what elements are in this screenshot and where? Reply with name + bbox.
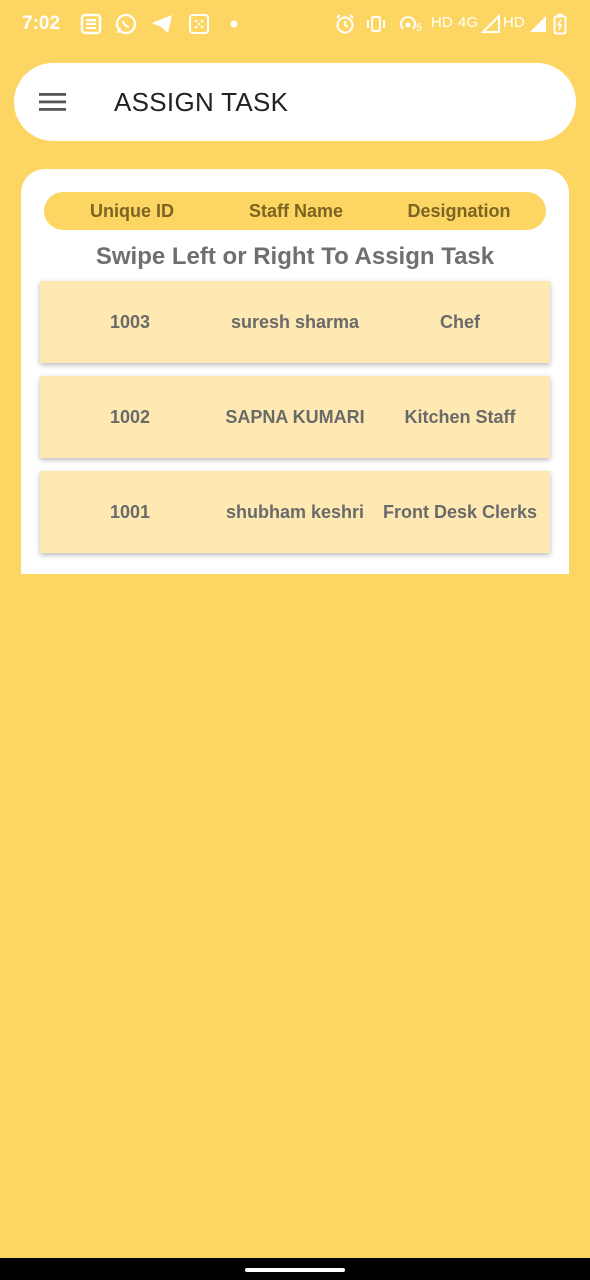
dot-icon xyxy=(229,12,239,36)
home-gesture-handle[interactable] xyxy=(245,1268,345,1272)
vibrate-icon xyxy=(365,12,387,36)
row-staff-name: suresh sharma xyxy=(230,311,360,332)
row-unique-id: 1001 xyxy=(109,501,151,522)
page-title: ASSIGN TASK xyxy=(114,87,289,117)
whatsapp-icon xyxy=(114,12,138,36)
signal-full-icon xyxy=(528,12,548,36)
status-time: 7:02 xyxy=(22,13,61,34)
table-header: Unique ID Staff Name Designation xyxy=(44,192,546,230)
column-header-staff-name: Staff Name xyxy=(248,200,344,221)
app-header: ASSIGN TASK xyxy=(14,63,576,141)
hd-label: HD xyxy=(431,14,453,31)
battery-icon xyxy=(553,12,567,36)
column-header-designation: Designation xyxy=(407,200,511,221)
svg-text:5: 5 xyxy=(416,22,422,34)
row-unique-id: 1002 xyxy=(109,406,151,427)
signal-icon xyxy=(481,12,501,36)
network-type-label: 4G xyxy=(458,14,479,31)
status-bar: 7:02 5 HD 4G HD xyxy=(0,0,590,50)
row-designation: Chef xyxy=(440,311,480,332)
alarm-icon xyxy=(334,12,356,36)
row-staff-name: shubham keshri xyxy=(225,501,365,522)
row-designation: Front Desk Clerks xyxy=(382,501,538,522)
table-row[interactable]: 1001 shubham keshri Front Desk Clerks xyxy=(40,471,550,553)
hotspot-icon: 5 xyxy=(398,12,426,36)
telegram-icon xyxy=(150,12,174,36)
grid-app-icon xyxy=(188,12,210,36)
column-header-unique-id: Unique ID xyxy=(90,200,174,221)
system-nav-bar xyxy=(0,1258,590,1280)
news-icon xyxy=(80,12,102,36)
hamburger-menu-icon[interactable] xyxy=(38,89,68,115)
table-row[interactable]: 1002 SAPNA KUMARI Kitchen Staff xyxy=(40,376,550,458)
hd-label-2: HD xyxy=(503,14,525,31)
row-designation: Kitchen Staff xyxy=(404,406,516,427)
swipe-hint: Swipe Left or Right To Assign Task xyxy=(95,243,495,270)
staff-list-panel: Unique ID Staff Name Designation Swipe L… xyxy=(21,169,569,574)
row-staff-name: SAPNA KUMARI xyxy=(225,406,365,427)
table-row[interactable]: 1003 suresh sharma Chef xyxy=(40,281,550,363)
row-unique-id: 1003 xyxy=(109,311,151,332)
